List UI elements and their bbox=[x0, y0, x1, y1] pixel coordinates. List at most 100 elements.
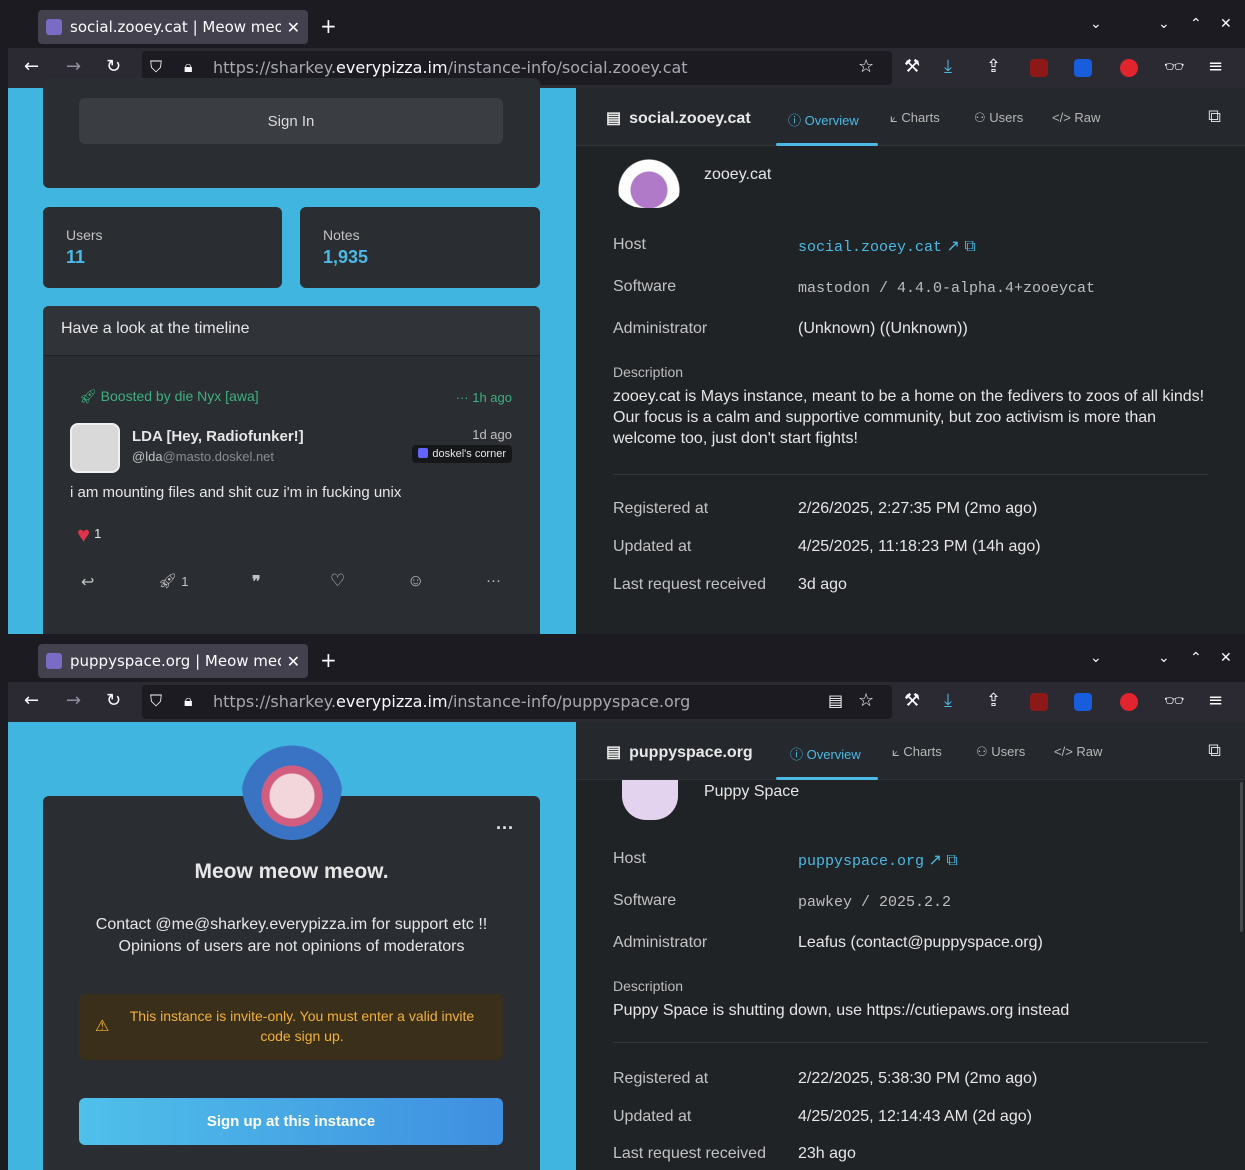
url-text[interactable]: https://sharkey.everypizza.im/instance-i… bbox=[213, 58, 688, 77]
close-window-icon[interactable]: ✕ bbox=[1220, 16, 1232, 32]
url-text[interactable]: https://sharkey.everypizza.im/instance-i… bbox=[213, 692, 690, 711]
author-name[interactable]: LDA [Hey, Radiofunker!] bbox=[132, 428, 304, 445]
booster-name[interactable]: die Nyx [awa] bbox=[175, 388, 259, 404]
tab-raw[interactable]: </> Raw bbox=[1052, 110, 1100, 125]
reload-icon[interactable]: ↻ bbox=[106, 690, 121, 712]
active-tab-indicator bbox=[776, 143, 878, 146]
renote-button[interactable]: 🚀︎ 1 bbox=[158, 572, 188, 590]
navigation-bar: ← → ↻ ⛉ 🔒︎ https://sharkey.everypizza.im… bbox=[8, 682, 1245, 722]
host-label: Host bbox=[613, 850, 646, 867]
tab-title: puppyspace.org | Meow meow bbox=[70, 652, 281, 670]
server-info-card: ··· Meow meow meow. Contact @me@sharkey.… bbox=[43, 796, 540, 1170]
forward-icon[interactable]: → bbox=[66, 56, 81, 78]
instance-info-panel: ▤ social.zooey.cat ⓘ Overview ⟀ Charts ⚇ … bbox=[576, 88, 1245, 634]
reload-icon[interactable]: ↻ bbox=[106, 56, 121, 78]
invite-warning: ⚠ This instance is invite-only. You must… bbox=[79, 994, 503, 1060]
tab-strip: puppyspace.org | Meow meow ✕ + ⌄ ⌄ ⌃ ✕ bbox=[8, 640, 1245, 682]
browser-tab[interactable]: social.zooey.cat | Meow meow ✕ bbox=[38, 10, 308, 44]
share-icon[interactable]: ⇪ bbox=[986, 690, 1001, 712]
bookmark-star-icon[interactable]: ☆ bbox=[858, 56, 874, 78]
forward-icon[interactable]: → bbox=[66, 690, 81, 712]
browser-window-2: puppyspace.org | Meow meow ✕ + ⌄ ⌄ ⌃ ✕ ←… bbox=[8, 640, 1245, 1170]
back-icon[interactable]: ← bbox=[24, 690, 39, 712]
maximize-icon[interactable]: ⌃ bbox=[1190, 16, 1202, 32]
boost-time[interactable]: ··· 1h ago bbox=[456, 390, 512, 405]
server-icon: ▤ bbox=[606, 110, 622, 127]
lock-icon[interactable]: 🔒︎ bbox=[184, 56, 193, 78]
emoji-react-icon[interactable]: ☺ bbox=[407, 571, 424, 591]
shield-icon[interactable]: ⛉ bbox=[150, 56, 162, 78]
quote-icon[interactable]: ❞ bbox=[252, 572, 261, 592]
tab-charts[interactable]: ⟀ Charts bbox=[892, 744, 942, 760]
rocket-icon: 🚀︎ bbox=[79, 388, 97, 404]
maximize-icon[interactable]: ⌃ bbox=[1190, 650, 1202, 666]
scrollbar[interactable] bbox=[1240, 782, 1243, 932]
tab-raw[interactable]: </> Raw bbox=[1054, 744, 1102, 759]
heart-reaction[interactable]: ♥ 1 bbox=[77, 522, 101, 547]
sign-up-button[interactable]: Sign up at this instance bbox=[79, 1098, 503, 1145]
notes-value: 1,935 bbox=[323, 247, 369, 267]
more-options-icon[interactable]: ··· bbox=[496, 818, 514, 839]
bitwarden-icon[interactable] bbox=[1074, 59, 1092, 77]
divider bbox=[613, 1042, 1208, 1043]
bookmark-star-icon[interactable]: ☆ bbox=[858, 690, 874, 712]
external-link-icon[interactable]: ↗ bbox=[928, 852, 941, 869]
tab-overview[interactable]: ⓘ Overview bbox=[790, 744, 861, 763]
users-value: 11 bbox=[66, 247, 86, 267]
list-tabs-icon[interactable]: ⌄ bbox=[1090, 16, 1102, 32]
reader-view-icon[interactable]: ▤ bbox=[828, 690, 843, 712]
new-tab-button[interactable]: + bbox=[320, 14, 337, 38]
bitwarden-icon[interactable] bbox=[1074, 693, 1092, 711]
author-avatar[interactable] bbox=[70, 423, 120, 473]
instance-logo bbox=[613, 148, 685, 208]
ublock-icon[interactable] bbox=[1030, 693, 1048, 711]
tab-users[interactable]: ⚇ Users bbox=[976, 744, 1025, 760]
share-icon[interactable]: ⇪ bbox=[986, 56, 1001, 78]
extension-glasses-icon[interactable]: 👓︎ bbox=[1164, 690, 1184, 712]
menu-icon[interactable]: ≡ bbox=[1208, 56, 1223, 78]
back-icon[interactable]: ← bbox=[24, 56, 39, 78]
site-title: ▤ social.zooey.cat bbox=[606, 110, 751, 127]
video-extension-icon[interactable] bbox=[1120, 693, 1138, 711]
browser-tab[interactable]: puppyspace.org | Meow meow ✕ bbox=[38, 644, 308, 678]
ublock-icon[interactable] bbox=[1030, 59, 1048, 77]
new-tab-button[interactable]: + bbox=[320, 648, 337, 672]
minimize-icon[interactable]: ⌄ bbox=[1158, 16, 1170, 32]
shield-icon[interactable]: ⛉ bbox=[150, 690, 162, 712]
sign-in-card: Sign In bbox=[43, 78, 540, 188]
author-handle[interactable]: @lda@masto.doskel.net bbox=[132, 449, 274, 464]
host-link[interactable]: social.zooey.cat bbox=[798, 239, 942, 256]
tab-users[interactable]: ⚇ Users bbox=[974, 110, 1023, 126]
tab-overview[interactable]: ⓘ Overview bbox=[788, 110, 859, 129]
lock-icon[interactable]: 🔒︎ bbox=[184, 690, 193, 712]
copy-icon[interactable]: ⧉ bbox=[946, 852, 957, 869]
more-icon[interactable]: ··· bbox=[486, 572, 501, 589]
minimize-icon[interactable]: ⌄ bbox=[1158, 650, 1170, 666]
active-tab-indicator bbox=[776, 777, 878, 780]
wrench-icon[interactable]: ⚒ bbox=[904, 56, 920, 78]
popout-icon[interactable]: ⧉ bbox=[1208, 106, 1221, 127]
registered-label: Registered at bbox=[613, 1070, 709, 1087]
external-link-icon[interactable]: ↗ bbox=[946, 238, 959, 255]
popout-icon[interactable]: ⧉ bbox=[1208, 740, 1221, 761]
downloads-icon[interactable]: ⤓ bbox=[944, 690, 952, 712]
close-window-icon[interactable]: ✕ bbox=[1220, 650, 1232, 666]
sign-in-button[interactable]: Sign In bbox=[79, 98, 503, 144]
close-tab-icon[interactable]: ✕ bbox=[287, 18, 300, 37]
downloads-icon[interactable]: ⤓ bbox=[944, 56, 952, 78]
extension-glasses-icon[interactable]: 👓︎ bbox=[1164, 56, 1184, 78]
post-time[interactable]: 1d ago bbox=[472, 427, 512, 442]
tab-strip: social.zooey.cat | Meow meow ✕ + ⌄ ⌄ ⌃ ✕ bbox=[8, 6, 1245, 48]
video-extension-icon[interactable] bbox=[1120, 59, 1138, 77]
menu-icon[interactable]: ≡ bbox=[1208, 690, 1223, 712]
host-link[interactable]: puppyspace.org bbox=[798, 853, 924, 870]
host-label: Host bbox=[613, 236, 646, 253]
tab-charts[interactable]: ⟀ Charts bbox=[890, 110, 940, 126]
close-tab-icon[interactable]: ✕ bbox=[287, 652, 300, 671]
wrench-icon[interactable]: ⚒ bbox=[904, 690, 920, 712]
list-tabs-icon[interactable]: ⌄ bbox=[1090, 650, 1102, 666]
reply-icon[interactable]: ↩ bbox=[81, 572, 94, 592]
copy-icon[interactable]: ⧉ bbox=[964, 238, 975, 255]
like-icon[interactable]: ♡ bbox=[330, 571, 345, 591]
administrator-label: Administrator bbox=[613, 934, 708, 951]
